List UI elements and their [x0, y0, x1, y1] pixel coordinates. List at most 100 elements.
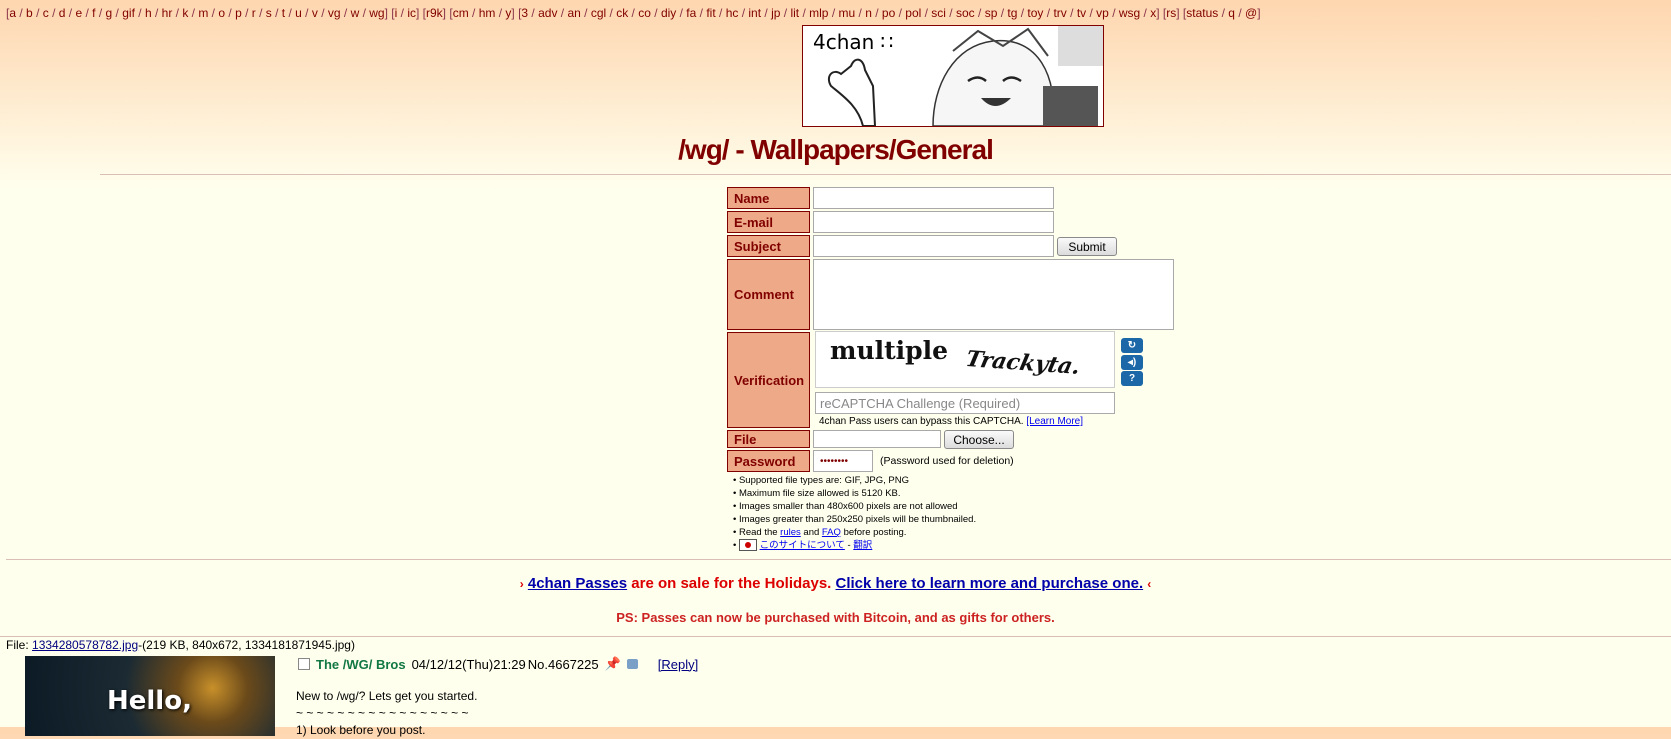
board-link-adv[interactable]: adv: [538, 6, 557, 20]
rule-max-size: Maximum file size allowed is 5120 KB.: [733, 487, 976, 500]
board-link-h[interactable]: h: [145, 6, 152, 20]
japan-flag-icon: [738, 539, 757, 552]
board-link-vp[interactable]: vp: [1096, 6, 1109, 20]
rule-min-dimensions: Images smaller than 480x600 pixels are n…: [733, 500, 976, 513]
board-link-x[interactable]: @: [1245, 6, 1257, 20]
banner-illustration-icon: [827, 26, 1103, 126]
board-link-rs[interactable]: rs: [1166, 6, 1176, 20]
comment-textarea[interactable]: [813, 259, 1174, 330]
email-input[interactable]: [813, 211, 1054, 233]
rule-read-and: and: [803, 527, 820, 538]
board-link-fit[interactable]: fit: [706, 6, 715, 20]
posting-rules: Supported file types are: GIF, JPG, PNG …: [733, 474, 976, 552]
board-link-b[interactable]: b: [26, 6, 33, 20]
help-icon[interactable]: ?: [1121, 371, 1143, 386]
board-link-pol[interactable]: pol: [905, 6, 921, 20]
password-note: (Password used for deletion): [880, 455, 1014, 467]
rule-file-types: Supported file types are: GIF, JPG, PNG: [733, 474, 976, 487]
thread-thumbnail[interactable]: Hello,: [25, 656, 275, 736]
board-link-hr[interactable]: hr: [162, 6, 173, 20]
board-link-diy[interactable]: diy: [661, 6, 676, 20]
passes-link[interactable]: 4chan Passes: [528, 575, 627, 592]
reply-link[interactable]: [Reply]: [658, 657, 698, 672]
rule-thumbnail: Images greater than 250x250 pixels will …: [733, 513, 976, 526]
board-link-tv[interactable]: tv: [1077, 6, 1086, 20]
board-link-gif[interactable]: gif: [122, 6, 135, 20]
promo-middle-text: are on sale for the Holidays.: [631, 575, 832, 592]
rule-japanese: このサイトについて - 翻訳: [733, 539, 976, 552]
rules-link[interactable]: rules: [780, 527, 801, 538]
board-link-co[interactable]: co: [638, 6, 651, 20]
board-link-wsg[interactable]: wsg: [1119, 6, 1140, 20]
lock-icon: [626, 659, 638, 669]
choose-file-button[interactable]: Choose...: [944, 430, 1014, 449]
refresh-icon[interactable]: ↻: [1121, 338, 1143, 353]
board-link-q[interactable]: q: [1228, 6, 1235, 20]
translate-link[interactable]: 翻訳: [853, 540, 872, 551]
sticky-icon: 📌: [604, 656, 621, 671]
board-link-cgl[interactable]: cgl: [591, 6, 606, 20]
board-link-tg[interactable]: tg: [1007, 6, 1017, 20]
verification-label: Verification: [727, 332, 810, 428]
submit-button[interactable]: Submit: [1057, 237, 1117, 256]
learn-more-link[interactable]: [Learn More]: [1026, 416, 1083, 427]
purchase-link[interactable]: Click here to learn more and purchase on…: [836, 575, 1144, 592]
post-header: The /WG/ Bros 04/12/12(Thu)21:29 No.4667…: [298, 656, 698, 672]
about-site-jp-link[interactable]: このサイトについて: [760, 540, 845, 551]
file-input[interactable]: [813, 430, 941, 448]
board-link-u[interactable]: u: [295, 6, 302, 20]
post-checkbox[interactable]: [298, 658, 310, 670]
captcha-word-1: multiple: [830, 336, 949, 365]
banner-image[interactable]: 4chan ∷: [802, 25, 1104, 127]
divider: [100, 174, 1671, 175]
promo-banner: › 4chan Passes are on sale for the Holid…: [0, 575, 1671, 592]
captcha-word-2: Trackyta.: [963, 346, 1083, 380]
file-meta: -(219 KB, 840x672, 1334181871945.jpg): [138, 638, 355, 652]
rule-read: Read the rules and FAQ before posting.: [733, 526, 976, 539]
post-line-3: 1) Look before you post.: [296, 723, 426, 737]
board-link-mu[interactable]: mu: [839, 6, 856, 20]
board-link-n[interactable]: n: [865, 6, 872, 20]
board-link-cm[interactable]: cm: [453, 6, 469, 20]
board-link-lit[interactable]: lit: [790, 6, 799, 20]
board-link-hc[interactable]: hc: [726, 6, 739, 20]
board-link-int[interactable]: int: [748, 6, 761, 20]
file-info: File: 1334280578782.jpg-(219 KB, 840x672…: [6, 638, 355, 652]
board-link-r9k[interactable]: r9k: [426, 6, 443, 20]
subject-input[interactable]: [813, 235, 1054, 257]
board-link-po[interactable]: po: [882, 6, 895, 20]
board-link-trv[interactable]: trv: [1053, 6, 1066, 20]
faq-link[interactable]: FAQ: [822, 527, 841, 538]
board-link-an[interactable]: an: [567, 6, 580, 20]
board-link-toy[interactable]: toy: [1027, 6, 1043, 20]
poster-name: The /WG/ Bros: [316, 656, 406, 672]
captcha-image: multiple Trackyta.: [815, 331, 1115, 388]
board-link-wg[interactable]: wg: [369, 6, 384, 20]
file-link[interactable]: 1334280578782.jpg: [32, 638, 138, 652]
board-link-hm[interactable]: hm: [479, 6, 496, 20]
board-link-sp[interactable]: sp: [985, 6, 998, 20]
comment-label: Comment: [727, 259, 810, 330]
password-input[interactable]: ••••••••: [813, 450, 873, 472]
board-title: /wg/ - Wallpapers/General: [678, 134, 994, 165]
board-link-p[interactable]: p: [235, 6, 242, 20]
board-link-ic[interactable]: ic: [407, 6, 416, 20]
captcha-input[interactable]: reCAPTCHA Challenge (Required): [815, 392, 1115, 414]
promo-arrow-right: ‹: [1147, 577, 1152, 591]
board-link-vg[interactable]: vg: [328, 6, 341, 20]
rule-read-post: before posting.: [843, 527, 907, 538]
post-number[interactable]: No.4667225: [528, 657, 599, 672]
name-input[interactable]: [813, 187, 1054, 209]
board-link-soc[interactable]: soc: [956, 6, 975, 20]
audio-icon[interactable]: ◂): [1121, 355, 1143, 370]
board-link-w[interactable]: w: [351, 6, 360, 20]
board-link-mlp[interactable]: mlp: [809, 6, 828, 20]
board-link-status[interactable]: status: [1186, 6, 1218, 20]
board-link-sci[interactable]: sci: [931, 6, 946, 20]
divider: [0, 636, 1671, 637]
board-link-m[interactable]: m: [198, 6, 208, 20]
board-link-fa[interactable]: fa: [686, 6, 696, 20]
file-prefix: File:: [6, 638, 29, 652]
board-link-ck[interactable]: ck: [616, 6, 628, 20]
pass-note-text: 4chan Pass users can bypass this CAPTCHA…: [819, 416, 1024, 427]
